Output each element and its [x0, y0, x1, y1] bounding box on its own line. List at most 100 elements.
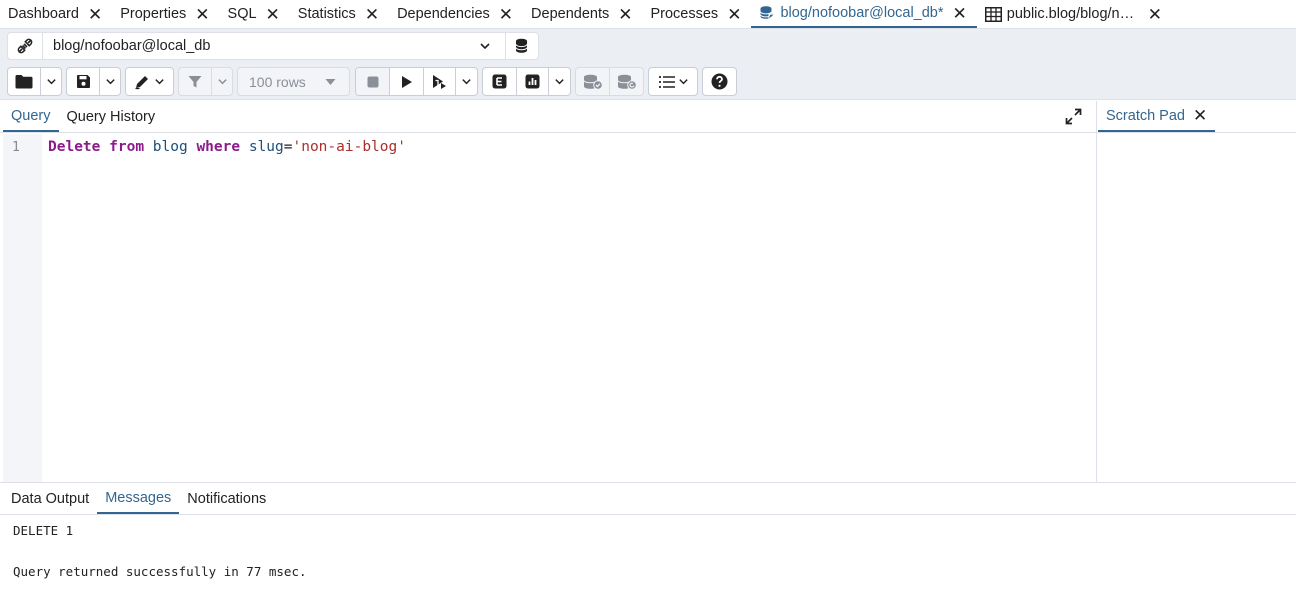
tab-query-tool[interactable]: blog/nofoobar@local_db* ✕ — [751, 0, 977, 28]
table-icon — [984, 6, 1002, 22]
sql-identifier: slug — [248, 139, 284, 155]
help-group — [702, 67, 737, 96]
save-icon — [76, 75, 90, 88]
query-panel: Query Query History 1 Delete from blog w… — [0, 101, 1097, 482]
filter-icon — [188, 75, 202, 87]
close-icon[interactable]: ✕ — [266, 6, 280, 23]
tab-dependents[interactable]: Dependents ✕ — [523, 0, 642, 28]
explain-button[interactable] — [483, 68, 517, 95]
plug-connected-icon — [17, 38, 33, 54]
query-tab-bar: Query Query History — [0, 101, 1096, 133]
filter-dropdown[interactable] — [212, 68, 232, 95]
tab-label: Properties — [120, 6, 187, 22]
new-connection-button[interactable] — [506, 33, 538, 59]
rows-limit-group: 100 rows — [237, 67, 350, 96]
tab-statistics[interactable]: Statistics ✕ — [290, 0, 389, 28]
tab-label: Processes — [650, 6, 719, 22]
close-icon[interactable]: ✕ — [499, 6, 513, 23]
open-file-dropdown[interactable] — [41, 68, 61, 95]
close-icon[interactable]: ✕ — [365, 6, 379, 23]
filter-button[interactable] — [179, 68, 212, 95]
tab-scratch-pad[interactable]: Scratch Pad ✕ — [1098, 101, 1216, 132]
message-line: Query returned successfully in 77 msec. — [13, 564, 307, 579]
save-file-group — [66, 67, 121, 96]
edit-group — [125, 67, 174, 96]
execute-button[interactable] — [390, 68, 424, 95]
explain-dropdown[interactable] — [549, 68, 570, 95]
open-file-group — [7, 67, 62, 96]
macros-button[interactable] — [649, 68, 697, 95]
tab-query-history[interactable]: Query History — [59, 101, 164, 132]
connection-select[interactable]: blog/nofoobar@local_db — [43, 33, 506, 59]
connection-bar: blog/nofoobar@local_db — [0, 29, 1296, 64]
editor-tab-bar: Dashboard ✕ Properties ✕ SQL ✕ Statistic… — [0, 0, 1296, 29]
close-icon[interactable]: ✕ — [618, 6, 632, 23]
database-check-icon — [583, 74, 603, 90]
chevron-down-icon — [555, 79, 564, 85]
connection-status-button[interactable] — [8, 33, 43, 59]
tab-label: Dependents — [531, 6, 610, 22]
execute-dropdown[interactable] — [456, 68, 477, 95]
sql-keyword: from — [109, 139, 145, 155]
database-icon — [515, 38, 527, 53]
help-button[interactable] — [703, 68, 736, 95]
save-file-button[interactable] — [67, 68, 100, 95]
sql-keyword: where — [196, 139, 241, 155]
close-icon[interactable]: ✕ — [195, 6, 209, 23]
tab-properties[interactable]: Properties ✕ — [112, 0, 219, 28]
open-file-button[interactable] — [8, 68, 41, 95]
close-icon[interactable]: ✕ — [953, 5, 967, 22]
line-number: 1 — [12, 140, 20, 155]
filter-group — [178, 67, 233, 96]
play-icon — [401, 75, 412, 88]
close-icon[interactable]: ✕ — [1193, 106, 1207, 126]
execute-script-button[interactable] — [424, 68, 456, 95]
close-icon[interactable]: ✕ — [1148, 6, 1162, 23]
tab-label: public.blog/blog/nofoobar@local_db — [1006, 6, 1139, 22]
explain-icon — [492, 74, 507, 89]
close-icon[interactable]: ✕ — [727, 6, 741, 23]
rollback-button[interactable] — [610, 68, 643, 95]
tab-label: Statistics — [297, 6, 356, 22]
transaction-group — [575, 67, 644, 96]
connection-group: blog/nofoobar@local_db — [7, 32, 539, 60]
pencil-icon — [135, 75, 148, 89]
tab-dependencies[interactable]: Dependencies ✕ — [389, 0, 523, 28]
rows-limit-select[interactable]: 100 rows — [238, 68, 349, 95]
sql-string: 'non-ai-blog' — [292, 139, 406, 155]
list-icon — [658, 75, 675, 88]
scratch-pad-header: Scratch Pad ✕ — [1097, 101, 1296, 133]
tab-processes[interactable]: Processes ✕ — [642, 0, 751, 28]
play-script-icon — [432, 75, 446, 89]
stop-icon — [367, 76, 378, 87]
explain-group — [482, 67, 571, 96]
output-tab-bar: Data Output Messages Notifications — [0, 483, 1296, 515]
chevron-down-icon — [155, 79, 164, 85]
code-line: Delete from blog where slug='non-ai-blog… — [48, 139, 406, 155]
save-file-dropdown[interactable] — [100, 68, 120, 95]
tab-label: SQL — [227, 6, 257, 22]
commit-button[interactable] — [576, 68, 610, 95]
maximize-icon[interactable] — [1065, 108, 1082, 125]
help-icon — [711, 73, 728, 90]
scratch-pad-label: Scratch Pad — [1106, 107, 1185, 124]
tab-sql[interactable]: SQL ✕ — [220, 0, 290, 28]
tab-notifications[interactable]: Notifications — [179, 483, 274, 514]
edit-menu-button[interactable] — [126, 68, 173, 95]
close-icon[interactable]: ✕ — [88, 6, 102, 23]
tab-dashboard[interactable]: Dashboard ✕ — [0, 0, 112, 28]
tab-query[interactable]: Query — [3, 101, 59, 132]
query-toolbar: 100 rows — [0, 64, 1296, 100]
line-gutter: 1 — [3, 134, 42, 482]
tab-table-view[interactable]: public.blog/blog/nofoobar@local_db ✕ — [977, 0, 1172, 28]
database-icon — [759, 5, 775, 21]
tab-label: blog/nofoobar@local_db* — [780, 5, 944, 21]
tab-label: Dashboard — [8, 6, 79, 22]
stop-button[interactable] — [356, 68, 390, 95]
explain-analyze-button[interactable] — [517, 68, 549, 95]
chevron-down-icon — [678, 79, 688, 85]
sql-editor[interactable]: 1 Delete from blog where slug='non-ai-bl… — [3, 134, 1096, 482]
tab-messages[interactable]: Messages — [97, 483, 180, 514]
chevron-down-icon — [105, 79, 115, 85]
tab-data-output[interactable]: Data Output — [0, 483, 97, 514]
